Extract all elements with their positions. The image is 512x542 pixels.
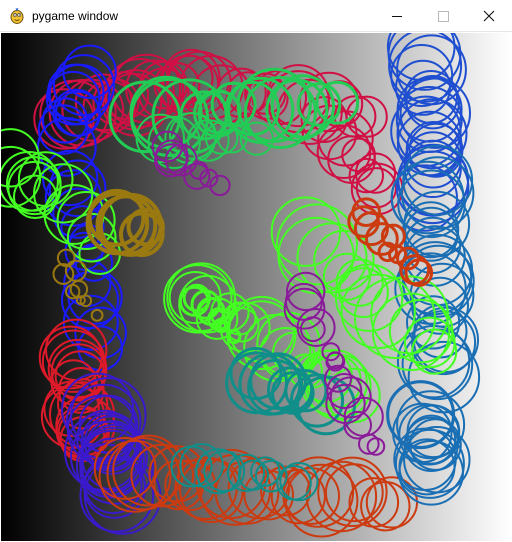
maximize-icon [437,10,449,22]
close-button[interactable] [466,0,512,32]
circle-drawing-canvas [1,33,511,541]
window-title: pygame window [32,9,119,23]
minimize-icon [392,15,402,17]
pygame-window: pygame window [0,0,512,542]
minimize-button[interactable] [374,0,420,32]
close-icon [483,10,495,22]
game-canvas[interactable] [1,33,511,541]
pygame-snake-icon [10,8,24,24]
title-bar[interactable]: pygame window [0,0,512,32]
maximize-button[interactable] [420,0,466,32]
